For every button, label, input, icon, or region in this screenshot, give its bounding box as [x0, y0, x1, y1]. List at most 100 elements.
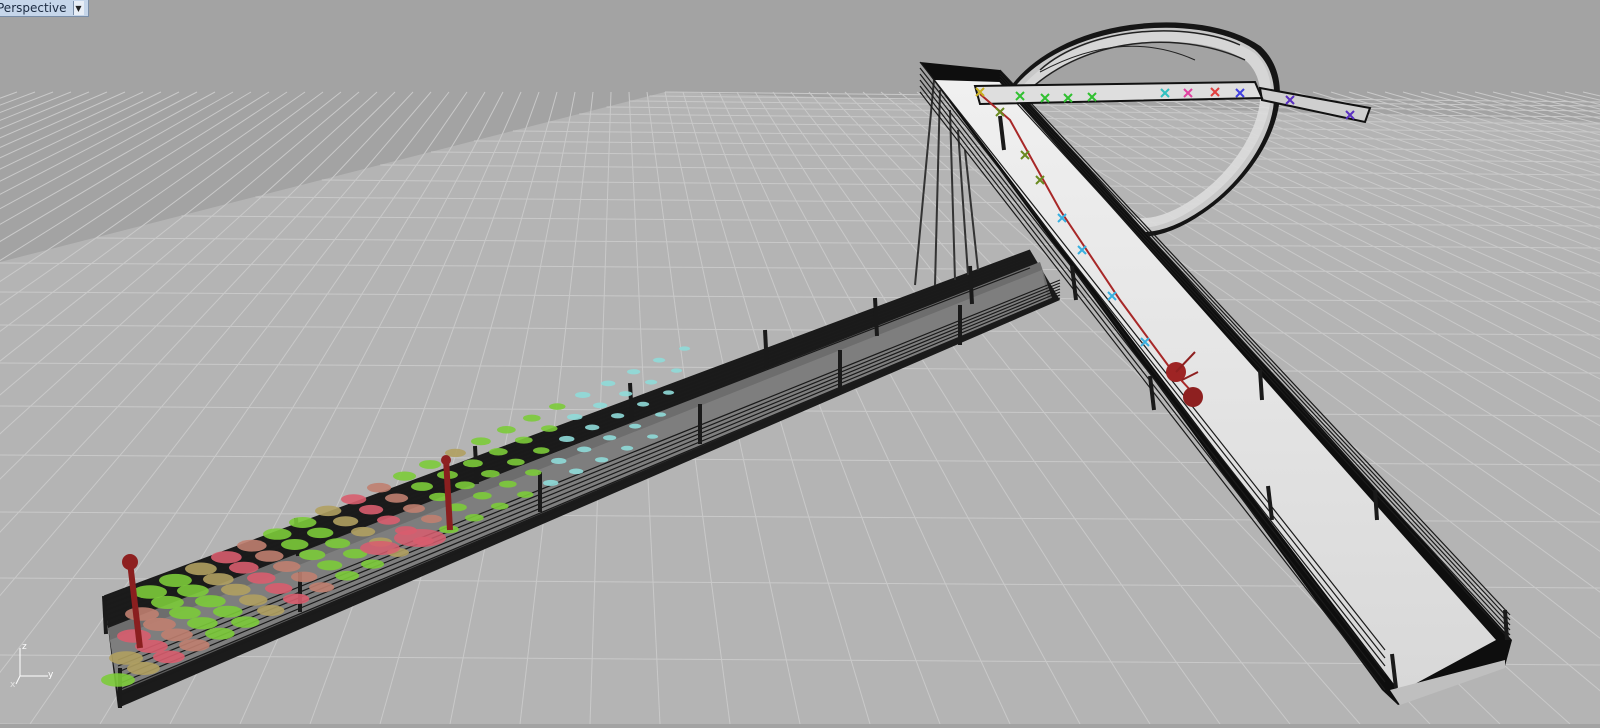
marker-ellipse — [211, 551, 242, 563]
marker-ellipse — [601, 380, 615, 386]
marker-ellipse — [309, 582, 334, 592]
marker-ellipse — [533, 447, 550, 454]
marker-ellipse — [239, 594, 268, 605]
marker-ellipse — [655, 412, 666, 416]
marker-ellipse — [289, 517, 316, 528]
marker-ellipse — [393, 471, 416, 480]
marker-ellipse — [489, 448, 508, 455]
marker-ellipse — [473, 492, 492, 499]
marker-ellipse — [325, 538, 350, 548]
viewport-title-tab[interactable]: Perspective ▼ — [0, 0, 89, 17]
marker-ellipse — [205, 628, 235, 640]
marker-ellipse — [523, 415, 541, 422]
marker-ellipse — [559, 436, 574, 442]
marker-ellipse — [351, 527, 375, 537]
axis-z-label: z — [22, 642, 27, 652]
marker-ellipse — [273, 561, 300, 572]
marker-ellipse — [679, 346, 690, 350]
marker-ellipse — [647, 434, 658, 438]
marker-ellipse — [671, 368, 682, 372]
marker-ellipse — [515, 437, 533, 444]
marker-ellipse — [213, 606, 243, 618]
marker-ellipse — [341, 494, 366, 504]
marker-ellipse — [299, 550, 325, 561]
marker-ellipse — [203, 573, 234, 585]
marker-ellipse — [195, 595, 226, 607]
marker-ellipse — [263, 528, 292, 539]
marker-ellipse — [125, 607, 159, 621]
marker-ellipse — [593, 402, 607, 408]
marker-ellipse — [499, 481, 517, 488]
marker-ellipse — [411, 482, 433, 491]
rail-post — [1505, 610, 1507, 640]
scene-canvas[interactable] — [0, 0, 1600, 724]
marker-ellipse — [551, 458, 566, 464]
marker-ellipse — [257, 605, 284, 616]
marker-ellipse — [360, 541, 400, 555]
marker-ellipse — [317, 560, 342, 570]
marker-ellipse — [185, 562, 217, 575]
marker-ellipse — [611, 413, 624, 418]
rail-post — [875, 298, 877, 336]
marker-ellipse — [663, 390, 674, 394]
rail-post — [970, 266, 972, 304]
marker-ellipse — [255, 550, 284, 561]
marker-ellipse — [133, 585, 167, 599]
marker-ellipse — [117, 629, 151, 643]
marker-ellipse — [403, 504, 425, 513]
marker-ellipse — [481, 470, 500, 477]
viewport-title: Perspective — [0, 1, 67, 15]
marker-ellipse — [637, 402, 649, 407]
marker-ellipse — [549, 403, 566, 410]
marker-ellipse — [543, 480, 558, 486]
marker-ellipse — [419, 460, 441, 469]
marker-ellipse — [359, 505, 383, 515]
marker-ellipse — [517, 491, 534, 498]
marker-ellipse — [179, 639, 210, 651]
marker-ellipse — [421, 515, 442, 523]
marker-ellipse — [367, 483, 391, 493]
marker-ellipse — [385, 493, 408, 502]
marker-ellipse — [377, 515, 400, 524]
marker-ellipse — [231, 616, 260, 627]
marker-ellipse — [229, 562, 259, 574]
marker-ellipse — [569, 468, 583, 474]
marker-ellipse — [247, 572, 276, 583]
marker-ellipse — [159, 574, 192, 587]
marker-ellipse — [645, 380, 657, 385]
dropdown-arrow-icon[interactable]: ▼ — [73, 1, 84, 15]
marker-ellipse — [525, 469, 542, 476]
marker-ellipse — [603, 435, 616, 440]
marker-ellipse — [507, 459, 525, 466]
marker-ellipse — [101, 673, 135, 687]
marker-ellipse — [497, 426, 516, 433]
marker-ellipse — [265, 583, 292, 594]
marker-ellipse — [595, 457, 608, 462]
rail-post — [104, 596, 106, 634]
marker-ellipse — [281, 539, 308, 550]
marker-ellipse — [109, 651, 143, 665]
rail-post — [630, 383, 632, 421]
marker-ellipse — [471, 437, 491, 445]
marker-ellipse — [361, 559, 384, 568]
marker-ellipse — [333, 516, 358, 526]
marker-ellipse — [627, 369, 640, 374]
marker-ellipse — [307, 528, 333, 539]
marker-ellipse — [394, 529, 446, 547]
marker-ellipse — [567, 414, 582, 420]
marker-ellipse — [585, 424, 599, 430]
rail-post — [1260, 370, 1262, 400]
marker-ellipse — [541, 425, 558, 432]
marker-ellipse — [465, 514, 484, 521]
marker-ellipse — [335, 571, 359, 581]
marker-ellipse — [463, 459, 483, 467]
marker-ellipse — [221, 584, 251, 596]
rail-post — [765, 330, 767, 368]
marker-ellipse — [237, 540, 267, 552]
marker-ellipse — [653, 358, 665, 363]
marker-ellipse — [455, 481, 475, 489]
marker-ellipse — [577, 446, 591, 452]
marker-ellipse — [315, 506, 341, 517]
marker-ellipse — [575, 392, 590, 398]
perspective-viewport[interactable]: Perspective ▼ z y x — [0, 0, 1600, 724]
